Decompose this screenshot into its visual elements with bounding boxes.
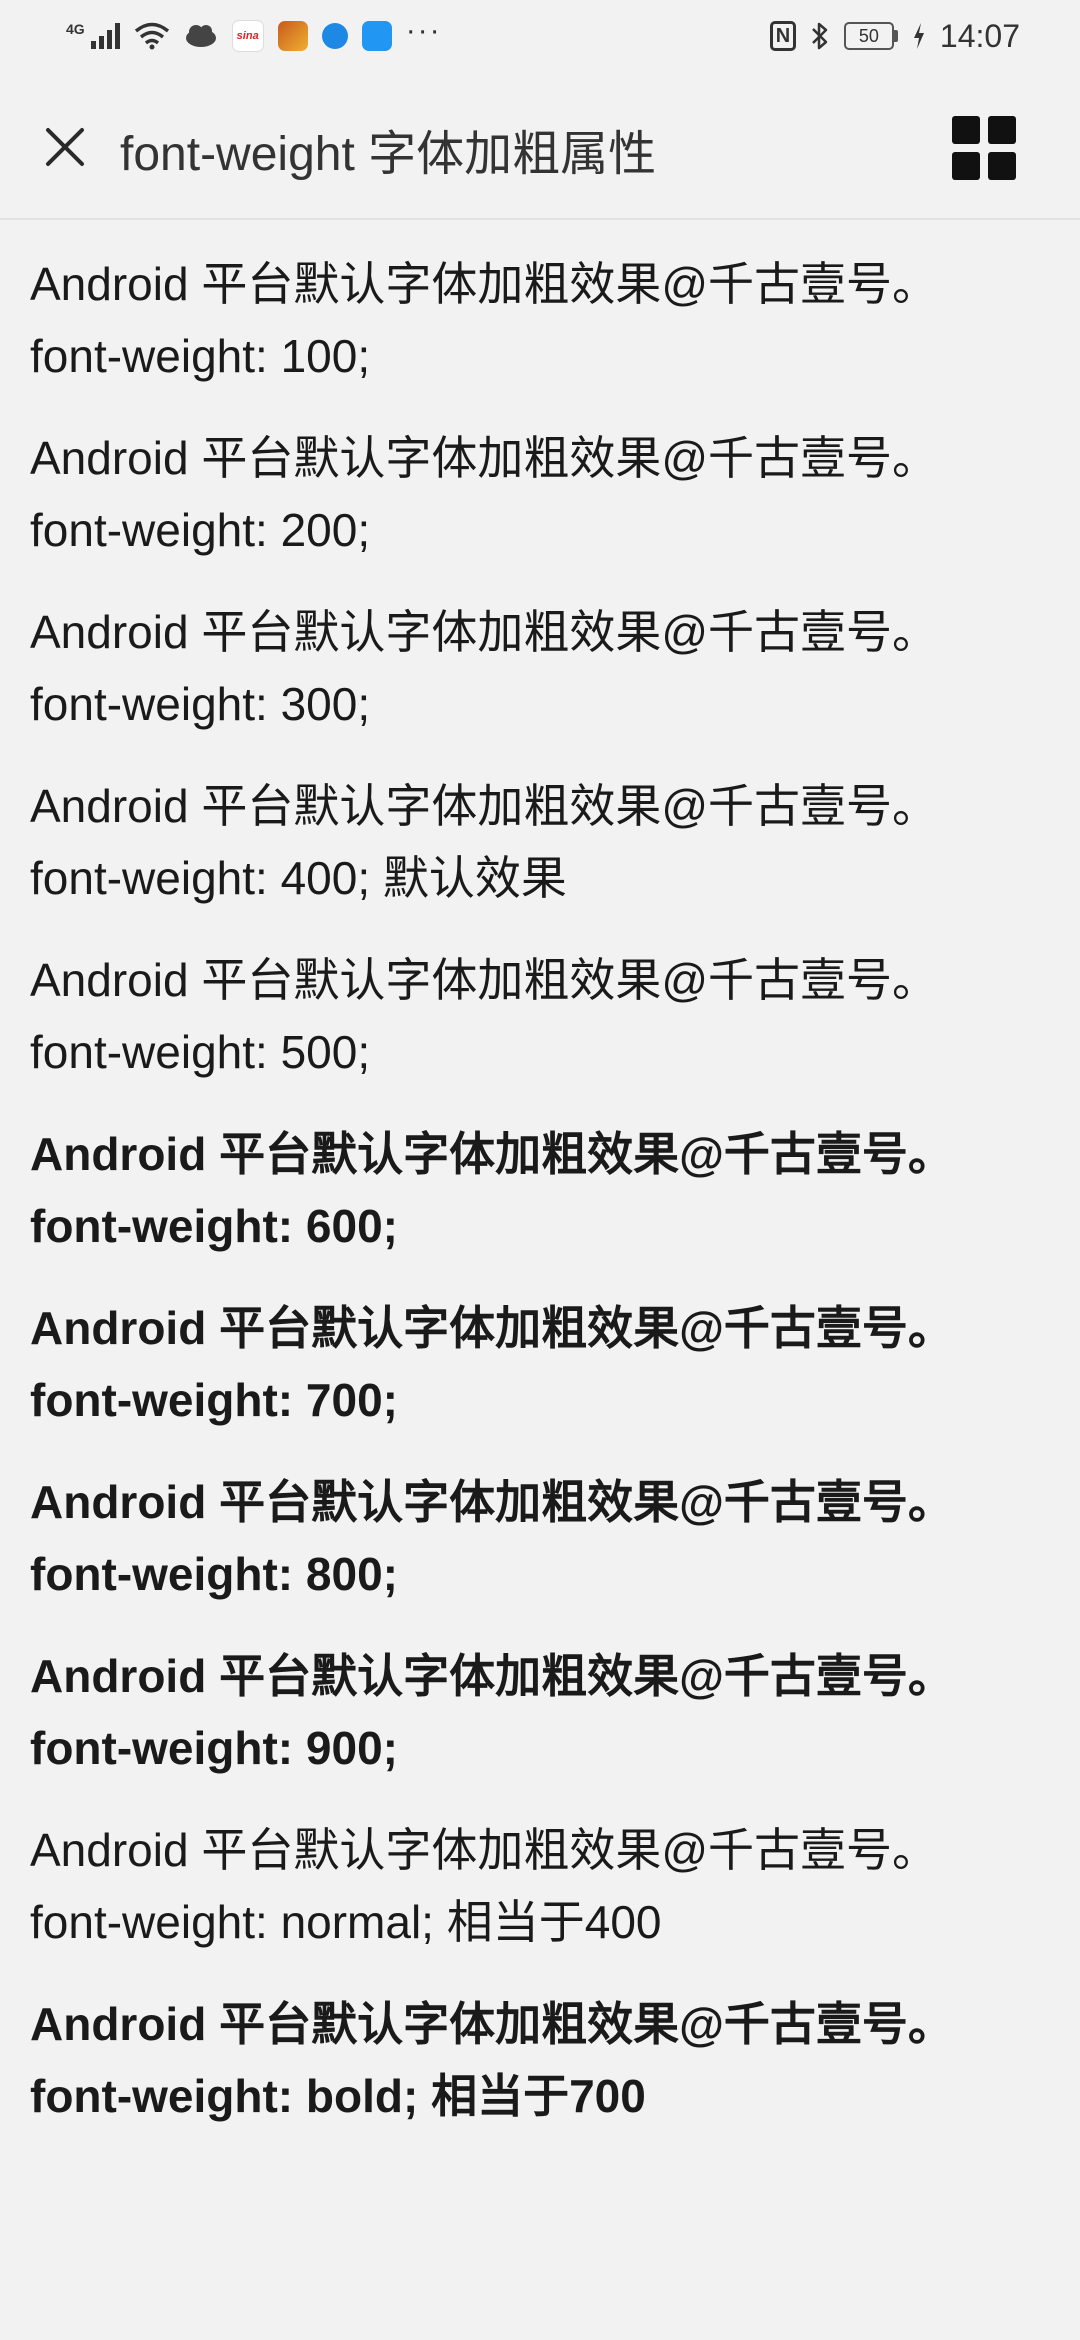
sample-text: Android 平台默认字体加粗效果@千古壹号。 bbox=[30, 1824, 939, 1876]
clock: 14:07 bbox=[939, 17, 1020, 54]
font-weight-rule: font-weight: 400; 默认效果 bbox=[30, 852, 567, 904]
weibo-app-icon: sina bbox=[231, 20, 264, 52]
status-bar-left: 4G sina ··· bbox=[66, 14, 442, 52]
font-weight-rule: font-weight: 700; bbox=[30, 1374, 398, 1426]
font-weight-rule: font-weight: bold; 相当于700 bbox=[30, 2070, 646, 2122]
font-weight-rule: font-weight: 600; bbox=[30, 1200, 398, 1252]
gallery-app-icon bbox=[361, 21, 392, 51]
text-sample: Android 平台默认字体加粗效果@千古壹号。 font-weight: bol… bbox=[30, 1988, 1050, 2162]
text-sample: Android 平台默认字体加粗效果@千古壹号。 font-weight: 400… bbox=[30, 770, 1050, 944]
text-sample: Android 平台默认字体加粗效果@千古壹号。 font-weight: 200… bbox=[30, 422, 1050, 596]
font-weight-rule: font-weight: 900; bbox=[30, 1722, 398, 1774]
close-icon[interactable] bbox=[36, 122, 86, 172]
text-sample: Android 平台默认字体加粗效果@千古壹号。 font-weight: 600… bbox=[30, 1118, 1050, 1292]
sample-text: Android 平台默认字体加粗效果@千古壹号。 bbox=[30, 1302, 954, 1354]
font-weight-rule: font-weight: 200; bbox=[30, 504, 371, 556]
network-type: 4G bbox=[66, 21, 85, 37]
text-sample: Android 平台默认字体加粗效果@千古壹号。 font-weight: 700… bbox=[30, 1292, 1050, 1466]
sample-text: Android 平台默认字体加粗效果@千古壹号。 bbox=[30, 1128, 954, 1180]
sample-text: Android 平台默认字体加粗效果@千古壹号。 bbox=[30, 954, 939, 1006]
more-notifications-icon: ··· bbox=[405, 14, 442, 47]
nfc-icon: N bbox=[769, 21, 796, 51]
signal-icon bbox=[90, 23, 120, 49]
cloud-app-icon bbox=[184, 22, 218, 50]
font-weight-rule: font-weight: normal; 相当于400 bbox=[30, 1896, 662, 1948]
menu-grid-icon[interactable] bbox=[952, 116, 1016, 180]
page-title: font-weight 字体加粗属性 bbox=[120, 128, 657, 181]
text-sample: Android 平台默认字体加粗效果@千古壹号。 font-weight: 900… bbox=[30, 1640, 1050, 1814]
title-bar: font-weight 字体加粗属性 bbox=[0, 72, 1080, 220]
font-weight-rule: font-weight: 500; bbox=[30, 1026, 371, 1078]
bluetooth-icon bbox=[810, 21, 830, 51]
content-list: Android 平台默认字体加粗效果@千古壹号。 font-weight: 100… bbox=[30, 248, 1050, 2162]
text-sample: Android 平台默认字体加粗效果@千古壹号。 font-weight: 300… bbox=[30, 596, 1050, 770]
sample-text: Android 平台默认字体加粗效果@千古壹号。 bbox=[30, 606, 939, 658]
text-sample: Android 平台默认字体加粗效果@千古壹号。 font-weight: nor… bbox=[30, 1814, 1050, 1988]
sample-text: Android 平台默认字体加粗效果@千古壹号。 bbox=[30, 780, 939, 832]
sample-text: Android 平台默认字体加粗效果@千古壹号。 bbox=[30, 258, 939, 310]
sample-text: Android 平台默认字体加粗效果@千古壹号。 bbox=[30, 1650, 954, 1702]
font-weight-rule: font-weight: 100; bbox=[30, 330, 371, 382]
status-bar-right: N 50 14:07 bbox=[769, 17, 1020, 55]
text-sample: Android 平台默认字体加粗效果@千古壹号。 font-weight: 100… bbox=[30, 248, 1050, 422]
battery-level: 50 bbox=[843, 22, 894, 50]
wifi-icon bbox=[134, 22, 170, 50]
font-weight-rule: font-weight: 800; bbox=[30, 1548, 398, 1600]
battery-icon: 50 bbox=[843, 22, 898, 50]
font-weight-rule: font-weight: 300; bbox=[30, 678, 371, 730]
compass-app-icon bbox=[321, 23, 348, 49]
sample-text: Android 平台默认字体加粗效果@千古壹号。 bbox=[30, 432, 939, 484]
charging-icon bbox=[912, 22, 926, 50]
sample-text: Android 平台默认字体加粗效果@千古壹号。 bbox=[30, 1998, 954, 2050]
status-bar: 4G sina ··· N 50 14:07 bbox=[0, 0, 1080, 72]
text-sample: Android 平台默认字体加粗效果@千古壹号。 font-weight: 500… bbox=[30, 944, 1050, 1118]
sample-text: Android 平台默认字体加粗效果@千古壹号。 bbox=[30, 1476, 954, 1528]
game-app-icon bbox=[277, 21, 308, 51]
text-sample: Android 平台默认字体加粗效果@千古壹号。 font-weight: 800… bbox=[30, 1466, 1050, 1640]
